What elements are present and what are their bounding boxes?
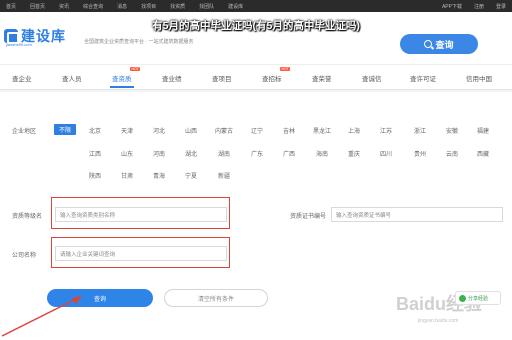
search-icon [424, 40, 433, 48]
region-option[interactable]: 广东 [251, 149, 263, 158]
region-option[interactable]: 山东 [121, 149, 133, 158]
region-option[interactable]: 河南 [153, 149, 165, 158]
region-option[interactable]: 福建 [477, 126, 489, 135]
region-option[interactable]: 海南 [316, 149, 328, 158]
topbar-link[interactable]: 首页 [6, 3, 16, 10]
region-option[interactable]: 湖南 [218, 149, 230, 158]
region-option[interactable]: 新疆 [218, 171, 230, 180]
cert-code-input[interactable]: 输入查询资质证书编号 [331, 207, 503, 222]
tab-company[interactable]: 查企业 [12, 73, 32, 83]
region-option[interactable]: 重庆 [348, 149, 360, 158]
tab-project[interactable]: 查项目 [212, 73, 232, 83]
region-option[interactable]: 浙江 [414, 126, 426, 135]
topbar-link[interactable]: 找项目 [141, 3, 156, 10]
tab-personnel[interactable]: 查人员 [62, 73, 82, 83]
region-option[interactable]: 宁夏 [185, 171, 197, 180]
register-link[interactable]: 注册 [474, 3, 484, 10]
tab-performance[interactable]: 查业绩 [162, 73, 182, 83]
tab-credit-china[interactable]: 信用中国 [466, 73, 492, 83]
watermark-sub: jingyan.baidu.com [418, 318, 459, 324]
region-option[interactable]: 山西 [185, 126, 197, 135]
cert-code-label: 资质证书编号 [290, 214, 327, 220]
region-option[interactable]: 湖北 [185, 149, 197, 158]
share-label: 分享经验 [468, 295, 489, 302]
region-option[interactable]: 江苏 [380, 126, 392, 135]
region-option[interactable]: 四川 [380, 149, 392, 158]
arrow-line [1, 297, 79, 337]
company-name-label: 公司名称 [12, 253, 37, 259]
topbar-link[interactable]: 回首页 [30, 3, 45, 10]
tab-bidding[interactable]: 查招标 HOT [262, 67, 291, 83]
region-option[interactable]: 陕西 [89, 171, 101, 180]
highlight-box [51, 197, 230, 229]
topbar-link[interactable]: 建设库 [228, 3, 243, 10]
topbar-right: APP下载 注册 登录 [442, 3, 506, 10]
hot-badge: HOT [130, 67, 141, 71]
region-option[interactable]: 天津 [121, 126, 133, 135]
logo-domain: jianshe99.com [6, 42, 32, 47]
region-option[interactable]: 辽宁 [251, 126, 263, 135]
region-option[interactable]: 北京 [89, 126, 101, 135]
region-option[interactable]: 甘肃 [121, 171, 133, 180]
tab-honor[interactable]: 查荣誉 [312, 73, 332, 83]
tab-label: 查招标 [262, 76, 282, 83]
tab-label: 查资质 [112, 76, 132, 83]
hot-badge: HOT [280, 67, 291, 71]
topbar-link[interactable]: 综合查询 [83, 3, 103, 10]
page-title: 有5月的高中毕业证吗(有5月的高中毕业证吗) [152, 20, 360, 32]
share-icon [459, 294, 466, 302]
topbar-link[interactable]: 找团队 [199, 3, 214, 10]
region-option[interactable]: 黑龙江 [313, 126, 331, 135]
region-option[interactable]: 内蒙古 [215, 126, 233, 135]
region-option[interactable]: 江西 [89, 149, 101, 158]
topbar-link[interactable]: 消息 [117, 3, 127, 10]
region-option[interactable]: 贵州 [414, 149, 426, 158]
topbar-link[interactable]: 找资质 [170, 3, 185, 10]
topbar-link[interactable]: 资讯 [59, 3, 69, 10]
pointer-arrow [1, 296, 82, 337]
region-option[interactable]: 西藏 [477, 149, 489, 158]
search-button-label: 查询 [435, 39, 454, 50]
share-experience-button[interactable]: 分享经验 [455, 291, 501, 305]
region-option[interactable]: 安徽 [446, 126, 458, 135]
highlight-box [51, 237, 230, 268]
region-option[interactable]: 广西 [283, 149, 295, 158]
arrow-head [72, 296, 82, 304]
tab-qualification[interactable]: 查资质 HOT [110, 67, 141, 88]
region-option[interactable]: 河北 [153, 126, 165, 135]
header-slogan: 全国建筑企业资质查询平台 · 一站式建筑数据服务 [84, 39, 194, 45]
login-link[interactable]: 登录 [496, 3, 506, 10]
tab-credit[interactable]: 查诚信 [362, 73, 382, 83]
clear-conditions-button[interactable]: 清空所有条件 [164, 289, 268, 307]
region-option[interactable]: 吉林 [283, 126, 295, 135]
tab-license[interactable]: 查许可证 [410, 73, 436, 83]
nav-tabs: 查企业 查人员 查资质 HOT 查业绩 查项目 查招标 HOT 查荣誉 查诚信 查许… [0, 64, 512, 90]
region-option[interactable]: 云南 [446, 149, 458, 158]
region-option[interactable]: 不限 [54, 124, 77, 135]
app-download-link[interactable]: APP下载 [442, 3, 462, 10]
region-label: 企业地区 [12, 129, 37, 135]
cert-name-label: 资质等级名 [12, 214, 43, 220]
top-bar: 首页 回首页 资讯 综合查询 消息 找项目 找资质 找团队 建设库 APP下载 … [0, 0, 512, 12]
region-option[interactable]: 青海 [153, 171, 165, 180]
region-option[interactable]: 上海 [348, 126, 360, 135]
header-search-button[interactable]: 查询 [400, 34, 478, 54]
